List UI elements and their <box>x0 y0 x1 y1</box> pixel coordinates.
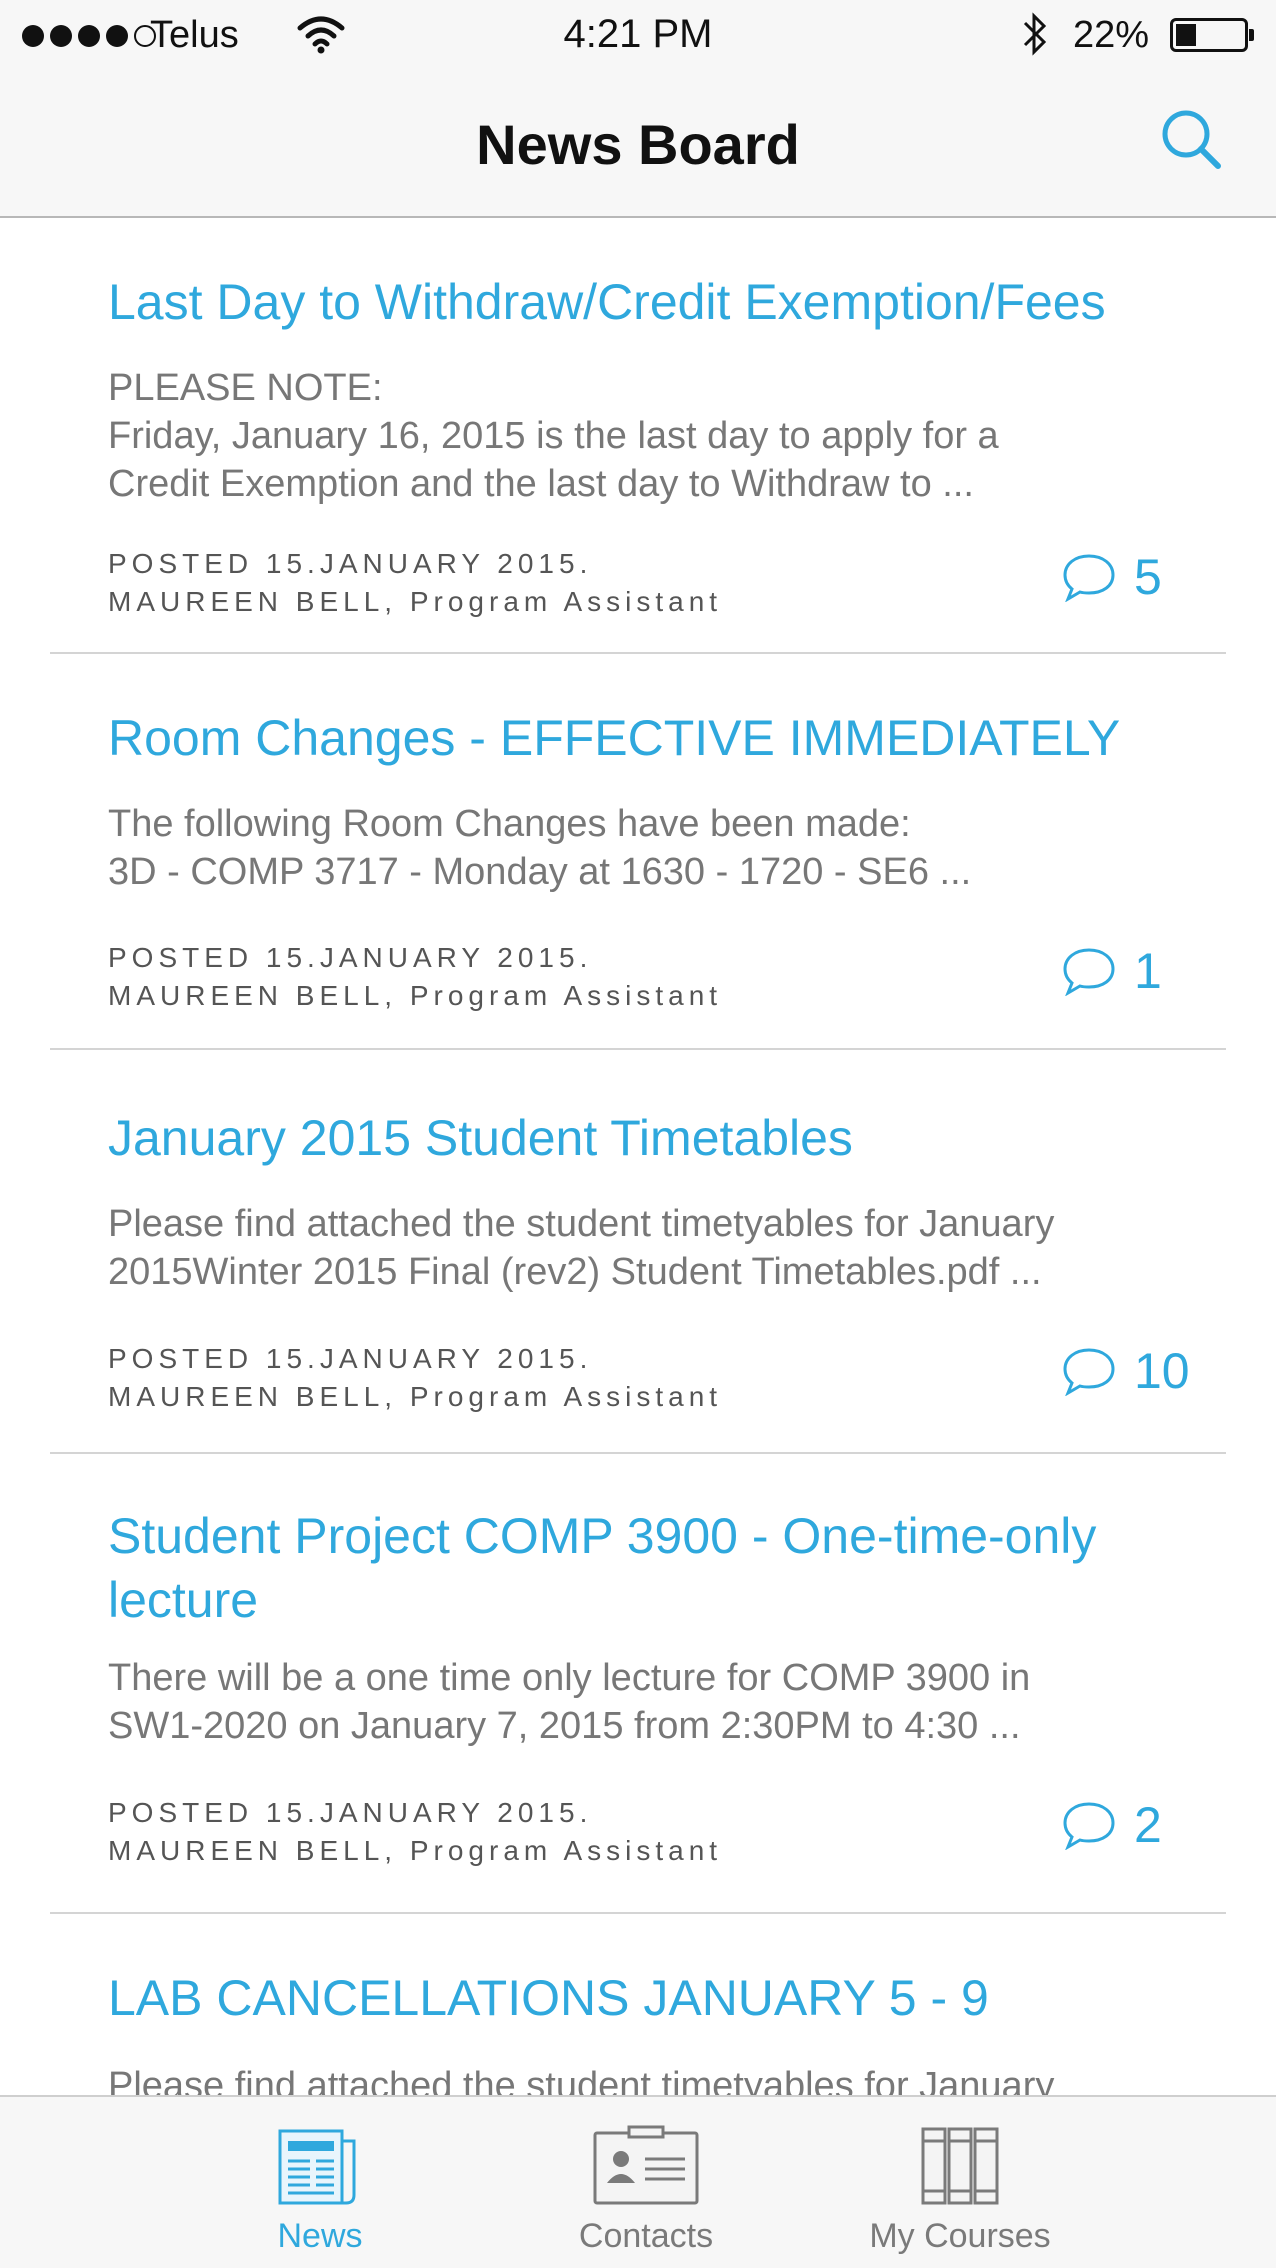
tab-label: News <box>277 2217 363 2255</box>
title-line: lecture <box>108 1572 259 1628</box>
news-item[interactable]: January 2015 Student Timetables Please f… <box>0 1050 1276 1454</box>
title-line: Student Project COMP 3900 - One-time-onl… <box>108 1508 1097 1564</box>
excerpt-line: 2015Winter 2015 Final (rev2) Student Tim… <box>108 1251 1042 1293</box>
news-excerpt: Please find attached the student timetya… <box>108 1200 1188 1296</box>
comment-count-value: 10 <box>1134 1343 1190 1399</box>
status-bar: Telus 4:21 PM 22% <box>0 0 1276 70</box>
navigation-bar: News Board <box>0 70 1276 218</box>
bluetooth-icon <box>1020 10 1050 68</box>
page-title: News Board <box>476 113 800 176</box>
news-excerpt: The following Room Changes have been mad… <box>108 800 1188 896</box>
tab-news[interactable]: News <box>210 2123 430 2256</box>
post-author: MAUREEN BELL, Program Assistant <box>108 1835 723 1866</box>
news-item[interactable]: Last Day to Withdraw/Credit Exemption/Fe… <box>0 218 1276 654</box>
excerpt-line: Friday, January 16, 2015 is the last day… <box>108 415 999 457</box>
news-title[interactable]: January 2015 Student Timetables <box>108 1106 1208 1170</box>
comment-count-value: 2 <box>1134 1797 1162 1853</box>
tab-label: Contacts <box>578 2217 714 2255</box>
contact-card-icon <box>593 2125 699 2205</box>
comment-count[interactable]: 5 <box>1062 548 1162 606</box>
post-meta: POSTED 15.JANUARY 2015. MAUREEN BELL, Pr… <box>108 1794 722 1870</box>
comment-bubble-icon <box>1063 948 1115 996</box>
tab-contacts[interactable]: Contacts <box>536 2123 756 2256</box>
battery-percentage: 22% <box>1073 14 1150 56</box>
excerpt-line: SW1-2020 on January 7, 2015 from 2:30PM … <box>108 1705 1021 1747</box>
comment-bubble-icon <box>1063 554 1115 602</box>
comment-count[interactable]: 2 <box>1062 1796 1162 1854</box>
news-item[interactable]: Student Project COMP 3900 - One-time-onl… <box>0 1454 1276 1914</box>
books-icon <box>921 2127 999 2205</box>
post-author: MAUREEN BELL, Program Assistant <box>108 1381 723 1412</box>
news-title[interactable]: Room Changes - EFFECTIVE IMMEDIATELY <box>108 706 1208 770</box>
comment-count-value: 1 <box>1134 943 1162 999</box>
comment-bubble-icon <box>1063 1802 1115 1850</box>
search-icon[interactable] <box>1152 100 1232 180</box>
excerpt-line: Please find attached the student timetya… <box>108 1203 1055 1245</box>
battery-icon <box>1170 18 1254 52</box>
post-date: POSTED 15.JANUARY 2015. <box>108 1797 593 1828</box>
news-list[interactable]: Last Day to Withdraw/Credit Exemption/Fe… <box>0 218 1276 2095</box>
post-meta: POSTED 15.JANUARY 2015. MAUREEN BELL, Pr… <box>108 545 722 621</box>
post-author: MAUREEN BELL, Program Assistant <box>108 980 723 1011</box>
tab-my-courses[interactable]: My Courses <box>850 2123 1070 2256</box>
news-title[interactable]: LAB CANCELLATIONS JANUARY 5 - 9 <box>108 1966 1208 2030</box>
post-meta: POSTED 15.JANUARY 2015. MAUREEN BELL, Pr… <box>108 939 722 1015</box>
comment-count[interactable]: 10 <box>1062 1342 1190 1400</box>
post-date: POSTED 15.JANUARY 2015. <box>108 548 593 579</box>
post-author: MAUREEN BELL, Program Assistant <box>108 586 723 617</box>
news-title[interactable]: Last Day to Withdraw/Credit Exemption/Fe… <box>108 270 1208 334</box>
comment-count[interactable]: 1 <box>1062 942 1162 1000</box>
news-title[interactable]: Student Project COMP 3900 - One-time-onl… <box>108 1504 1208 1632</box>
post-date: POSTED 15.JANUARY 2015. <box>108 942 593 973</box>
excerpt-line: There will be a one time only lecture fo… <box>108 1657 1031 1699</box>
tab-label: My Courses <box>869 2217 1051 2255</box>
comment-bubble-icon <box>1063 1348 1115 1396</box>
news-item[interactable]: Room Changes - EFFECTIVE IMMEDIATELY The… <box>0 654 1276 1050</box>
post-meta: POSTED 15.JANUARY 2015. MAUREEN BELL, Pr… <box>108 1340 722 1416</box>
news-excerpt: Please find attached the student timetya… <box>108 2062 1188 2095</box>
excerpt-line: Credit Exemption and the last day to Wit… <box>108 463 974 505</box>
excerpt-line: 3D - COMP 3717 - Monday at 1630 - 1720 -… <box>108 851 972 893</box>
tab-bar: News Contacts My Courses <box>0 2095 1276 2268</box>
excerpt-line: PLEASE NOTE: <box>108 367 383 409</box>
comment-count-value: 5 <box>1134 549 1162 605</box>
newspaper-icon <box>278 2129 356 2205</box>
news-item[interactable]: LAB CANCELLATIONS JANUARY 5 - 9 Please f… <box>0 1914 1276 2095</box>
news-excerpt: There will be a one time only lecture fo… <box>108 1654 1188 1750</box>
post-date: POSTED 15.JANUARY 2015. <box>108 1343 593 1374</box>
excerpt-line: Please find attached the student timetya… <box>108 2065 1055 2095</box>
news-excerpt: PLEASE NOTE: Friday, January 16, 2015 is… <box>108 364 1188 508</box>
excerpt-line: The following Room Changes have been mad… <box>108 803 911 845</box>
